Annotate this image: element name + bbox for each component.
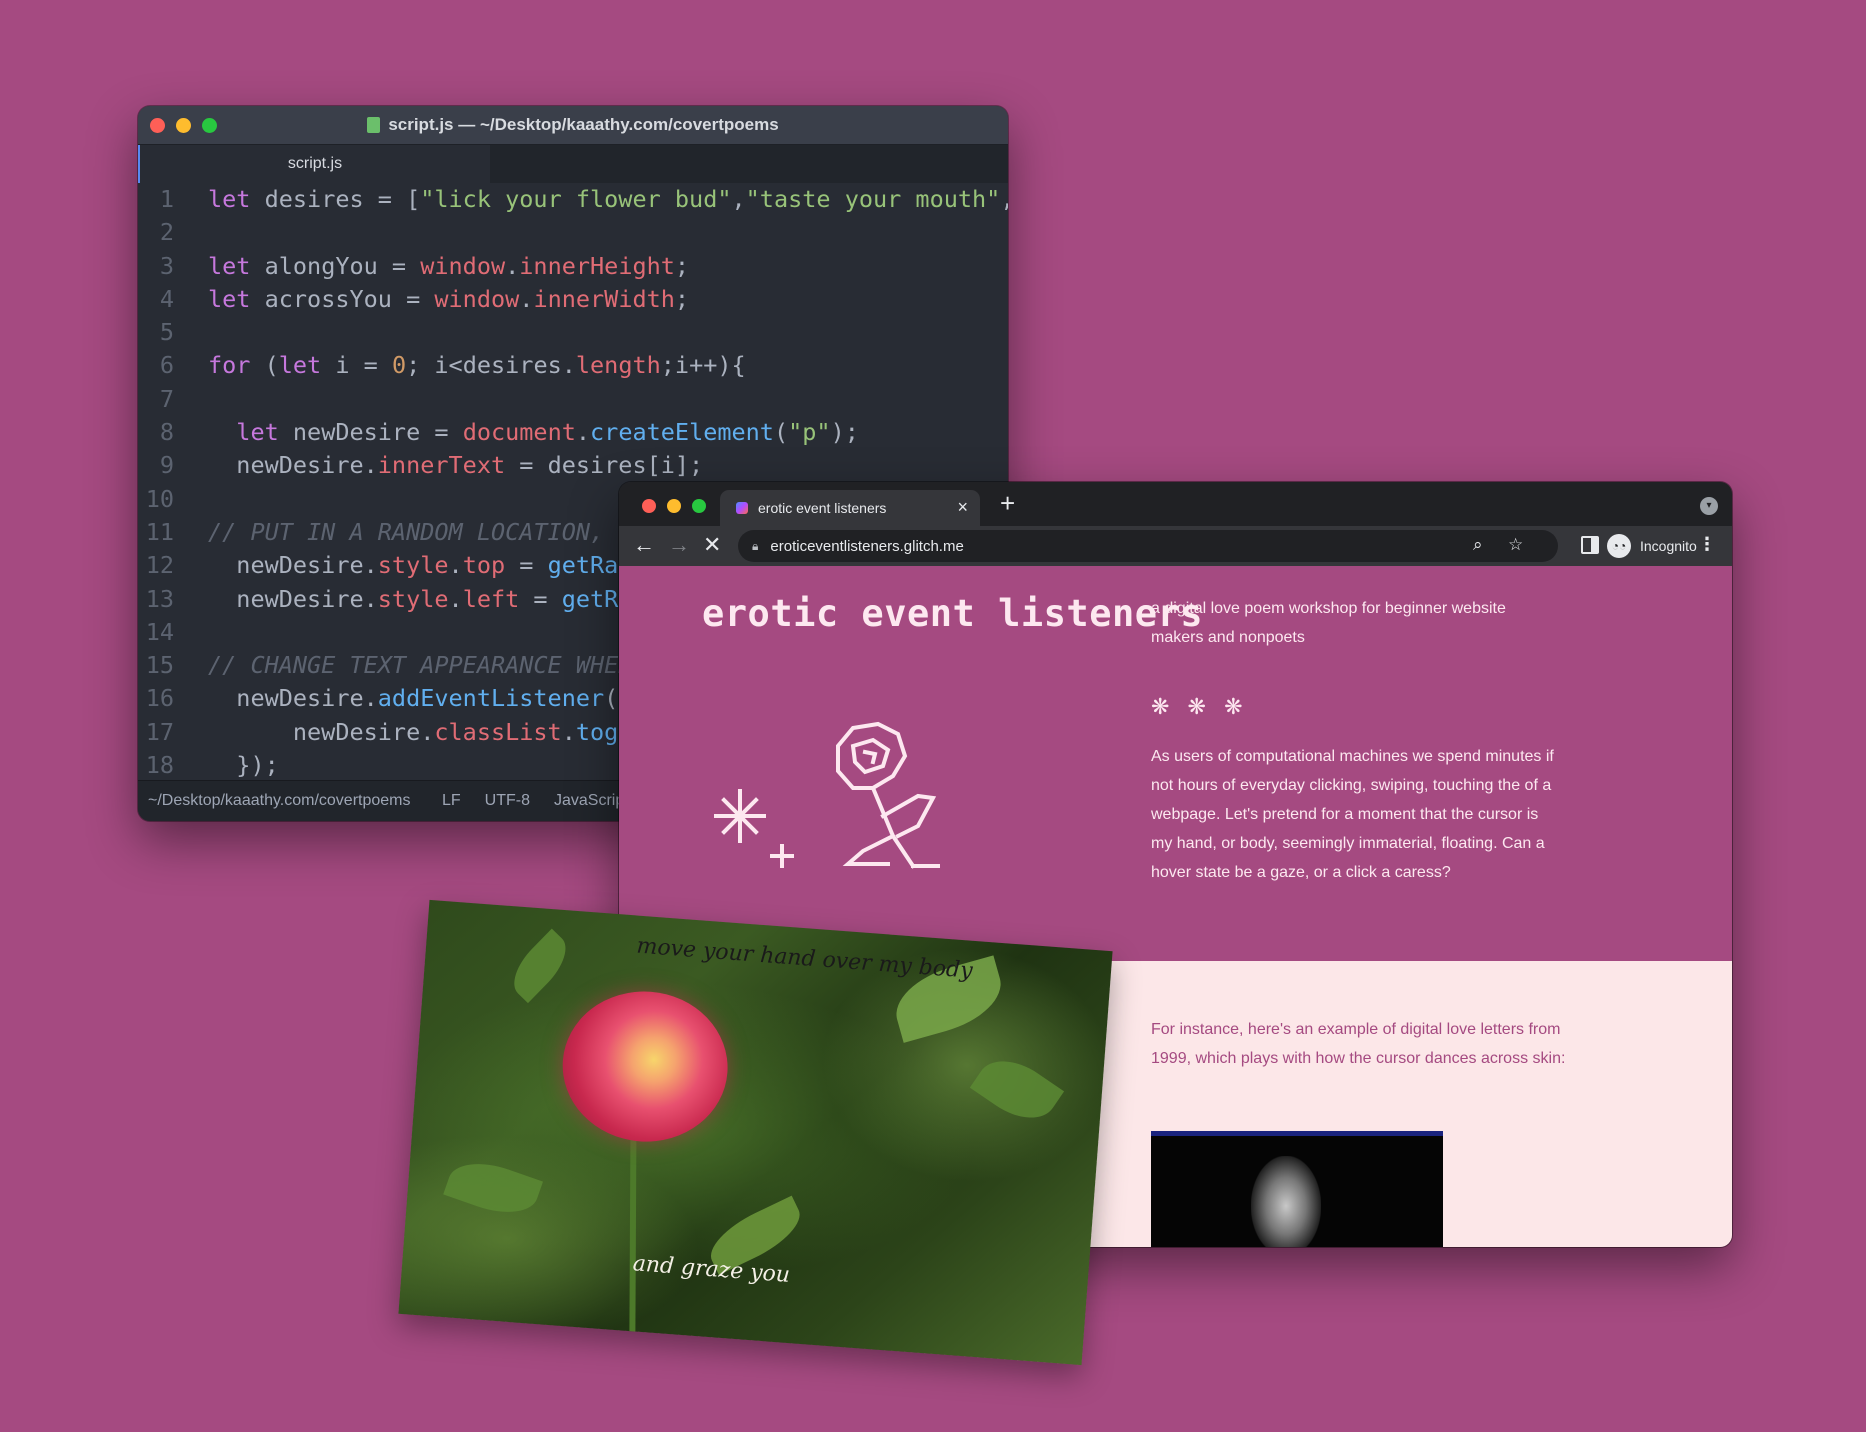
code-line: 6 for (let i = 0; i<desires.length;i++){: [138, 349, 1008, 382]
browser-tab-title: erotic event listeners: [758, 500, 887, 516]
line-number: 8: [159, 418, 174, 447]
line-number: 2: [159, 218, 174, 247]
zoom-window-button[interactable]: [202, 118, 217, 133]
line-number: 4: [159, 284, 174, 313]
site-intro: a digital love poem workshop for beginne…: [1151, 600, 1506, 646]
code-line: 2: [138, 216, 1008, 249]
tab-search-icon[interactable]: ▾: [1700, 497, 1718, 515]
line-number: 15: [145, 651, 174, 680]
incognito-profile[interactable]: ◔◔ Incognito: [1607, 530, 1712, 562]
line-number: 11: [145, 517, 174, 546]
file-icon: [367, 117, 381, 133]
browser-toolbar: ← → ✕ 🔒︎ eroticeventlisteners.glitch.me …: [619, 526, 1732, 566]
zoom-icon[interactable]: ⌕: [1473, 535, 1483, 555]
status-line-ending[interactable]: LF: [442, 792, 461, 810]
leaf: [502, 928, 577, 1004]
line-number: 12: [145, 551, 174, 580]
window-controls: [150, 118, 217, 133]
rose-flower: [557, 985, 734, 1148]
code-line: 7: [138, 383, 1008, 416]
leaf: [969, 1046, 1065, 1133]
bookmark-star-icon[interactable]: ☆: [1508, 535, 1523, 555]
heart-image: [1251, 1156, 1321, 1247]
code-line: 1 let desires = ["lick your flower bud","…: [138, 183, 1008, 216]
editor-tab-bar: script.js: [138, 145, 1008, 183]
browser-tab[interactable]: erotic event listeners ×: [720, 490, 980, 526]
rose-stem: [629, 1136, 637, 1337]
back-arrow-icon[interactable]: ←: [633, 532, 655, 558]
editor-window-title: script.js — ~/Desktop/kaaathy.com/covert…: [367, 115, 779, 135]
browser-close-button[interactable]: [642, 499, 656, 513]
side-panel-icon[interactable]: [1581, 536, 1599, 554]
pixel-rose-illustration: [714, 721, 940, 869]
glitch-favicon-icon: [736, 502, 748, 514]
close-window-button[interactable]: [150, 118, 165, 133]
tab-script-js[interactable]: script.js: [138, 145, 490, 183]
editor-titlebar: script.js — ~/Desktop/kaaathy.com/covert…: [138, 106, 1008, 145]
code-line: 4 let acrossYou = window.innerWidth;: [138, 283, 1008, 316]
site-title: erotic event listeners: [702, 592, 1204, 635]
code-line: 5: [138, 316, 1008, 349]
line-number: 6: [159, 351, 174, 380]
photo-caption-top: move your hand over my body: [635, 933, 974, 984]
url-text: eroticeventlisteners.glitch.me: [770, 537, 964, 555]
line-number: 17: [145, 717, 174, 746]
editor-title-text: script.js — ~/Desktop/kaaathy.com/covert…: [388, 115, 779, 134]
incognito-icon: ◔◔: [1607, 534, 1631, 558]
code-line: 9 newDesire.innerText = desires[i];: [138, 449, 1008, 482]
lock-icon[interactable]: 🔒︎: [752, 539, 758, 554]
status-file-path[interactable]: ~/Desktop/kaaathy.com/covertpoems: [148, 792, 418, 810]
line-number: 5: [159, 318, 174, 347]
forward-arrow-icon[interactable]: →: [668, 532, 690, 558]
stop-loading-icon[interactable]: ✕: [703, 532, 721, 558]
minimize-window-button[interactable]: [176, 118, 191, 133]
browser-tab-strip: erotic event listeners × + ▾: [619, 482, 1732, 526]
browser-menu-icon[interactable]: ⋮: [1698, 534, 1716, 555]
line-number: 7: [159, 384, 174, 413]
line-number: 9: [159, 451, 174, 480]
code-line: 8 let newDesire = document.createElement…: [138, 416, 1008, 449]
browser-window-controls: [642, 499, 706, 513]
line-number: 18: [145, 751, 174, 780]
status-encoding[interactable]: UTF-8: [485, 792, 530, 810]
tab-close-icon[interactable]: ×: [957, 497, 968, 518]
love-letters-screenshot[interactable]: [1151, 1131, 1443, 1247]
browser-zoom-button[interactable]: [692, 499, 706, 513]
status-language[interactable]: JavaScript: [554, 792, 629, 810]
line-number: 16: [145, 684, 174, 713]
rose-photo: move your hand over my body and graze yo…: [398, 899, 1113, 1366]
leaf: [443, 1151, 544, 1225]
line-number: 13: [145, 584, 174, 613]
site-paragraph: As users of computational machines we sp…: [1151, 748, 1554, 881]
line-number: 10: [145, 484, 174, 513]
browser-minimize-button[interactable]: [667, 499, 681, 513]
example-paragraph: For instance, here's an example of digit…: [1151, 1021, 1566, 1067]
line-number: 3: [159, 251, 174, 280]
incognito-label: Incognito: [1640, 538, 1697, 554]
code-line: 3 let alongYou = window.innerHeight;: [138, 250, 1008, 283]
new-tab-icon[interactable]: +: [1000, 488, 1015, 519]
line-number: 1: [159, 185, 174, 213]
photo-caption-bottom: and graze you: [631, 1251, 791, 1288]
line-number: 14: [145, 617, 174, 646]
section-divider: ❋ ❋ ❋: [1151, 694, 1249, 719]
address-bar[interactable]: 🔒︎ eroticeventlisteners.glitch.me ⌕ ☆: [738, 530, 1558, 562]
